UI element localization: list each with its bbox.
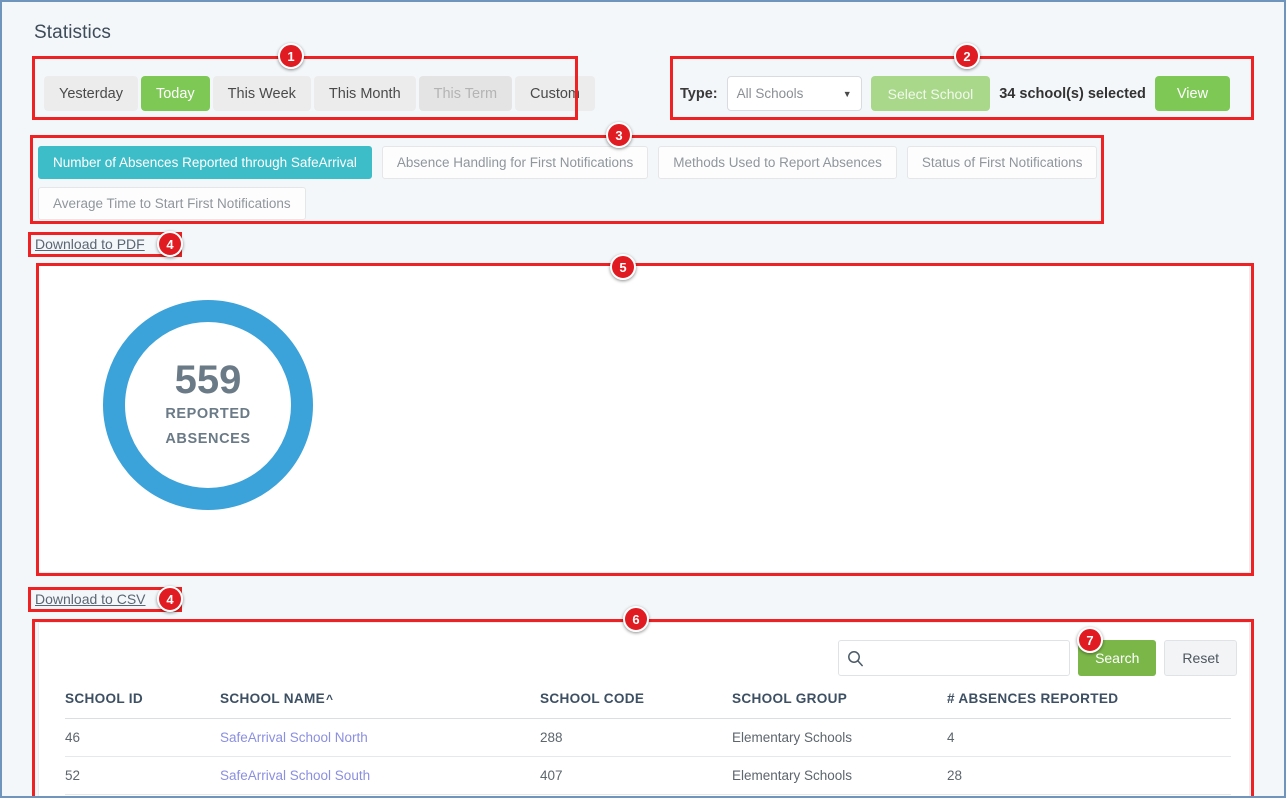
range-button-custom[interactable]: Custom: [515, 76, 595, 111]
callout-badge-4-pdf: 4: [157, 231, 183, 257]
callout-badge-6: 6: [623, 606, 649, 632]
statistics-page: Statistics Yesterday Today This Week Thi…: [0, 0, 1286, 798]
schools-table-head: SCHOOL ID SCHOOL NAME^ SCHOOL CODE SCHOO…: [65, 691, 1231, 719]
table-row: 46 SafeArrival School North 288 Elementa…: [65, 719, 1231, 757]
cell-school-id: 46: [65, 719, 220, 757]
download-to-pdf-link[interactable]: Download to PDF: [35, 236, 145, 252]
schools-table: SCHOOL ID SCHOOL NAME^ SCHOOL CODE SCHOO…: [65, 691, 1231, 795]
tab-number-of-absences-reported[interactable]: Number of Absences Reported through Safe…: [38, 146, 372, 179]
range-button-yesterday[interactable]: Yesterday: [44, 76, 138, 111]
school-type-select[interactable]: All Schools ▼: [727, 76, 862, 111]
tab-absence-handling-first-notifications[interactable]: Absence Handling for First Notifications: [382, 146, 648, 179]
chevron-down-icon: ▼: [843, 89, 852, 99]
statistics-tab-list: Number of Absences Reported through Safe…: [38, 146, 1100, 220]
search-box[interactable]: [838, 640, 1070, 676]
cell-school-code: 288: [540, 719, 732, 757]
cell-absences-reported: 4: [947, 719, 1231, 757]
cell-absences-reported: 28: [947, 757, 1231, 795]
tab-methods-used-to-report-absences[interactable]: Methods Used to Report Absences: [658, 146, 897, 179]
selected-school-count: 34 school(s) selected: [999, 86, 1146, 102]
cell-school-name: SafeArrival School North: [220, 719, 540, 757]
column-header-school-group[interactable]: SCHOOL GROUP: [732, 691, 947, 719]
tab-average-time-to-start-first-notifications[interactable]: Average Time to Start First Notification…: [38, 187, 306, 220]
range-button-this-month[interactable]: This Month: [314, 76, 416, 111]
school-type-select-value: All Schools: [737, 86, 804, 101]
cell-school-name: SafeArrival School South: [220, 757, 540, 795]
donut-center-labels: 559 REPORTED ABSENCES: [97, 294, 319, 516]
callout-badge-4-csv: 4: [157, 586, 183, 612]
callout-badge-2: 2: [954, 43, 980, 69]
donut-label-line1: REPORTED: [165, 403, 250, 426]
reset-button[interactable]: Reset: [1164, 640, 1237, 676]
view-button[interactable]: View: [1155, 76, 1230, 111]
school-name-link[interactable]: SafeArrival School South: [220, 768, 370, 783]
date-range-button-group: Yesterday Today This Week This Month Thi…: [44, 76, 595, 111]
callout-badge-7: 7: [1077, 627, 1103, 653]
cell-school-id: 52: [65, 757, 220, 795]
select-school-button[interactable]: Select School: [871, 76, 991, 111]
page-title: Statistics: [34, 22, 111, 44]
sort-ascending-icon[interactable]: ^: [326, 692, 333, 706]
cell-school-code: 407: [540, 757, 732, 795]
column-header-school-code[interactable]: SCHOOL CODE: [540, 691, 732, 719]
search-icon: [847, 650, 864, 667]
cell-school-group: Elementary Schools: [732, 757, 947, 795]
table-row: 52 SafeArrival School South 407 Elementa…: [65, 757, 1231, 795]
cell-school-group: Elementary Schools: [732, 719, 947, 757]
range-button-today[interactable]: Today: [141, 76, 210, 111]
table-header-row: SCHOOL ID SCHOOL NAME^ SCHOOL CODE SCHOO…: [65, 691, 1231, 719]
donut-value: 559: [175, 359, 242, 401]
type-label: Type:: [680, 86, 718, 102]
donut-label-line2: ABSENCES: [165, 428, 250, 451]
column-header-school-name-label: SCHOOL NAME: [220, 691, 325, 706]
range-button-this-week[interactable]: This Week: [213, 76, 311, 111]
download-to-csv-link[interactable]: Download to CSV: [35, 591, 146, 607]
school-name-link[interactable]: SafeArrival School North: [220, 730, 368, 745]
callout-badge-1: 1: [278, 43, 304, 69]
column-header-school-id[interactable]: SCHOOL ID: [65, 691, 220, 719]
callout-badge-5: 5: [610, 254, 636, 280]
table-search-row: Search Reset: [838, 640, 1237, 676]
callout-badge-3: 3: [606, 122, 632, 148]
search-input[interactable]: [870, 650, 1061, 667]
school-type-filter-row: Type: All Schools ▼ Select School 34 sch…: [680, 76, 1230, 111]
range-button-this-term: This Term: [419, 76, 512, 111]
reported-absences-donut-chart: 559 REPORTED ABSENCES: [97, 294, 319, 516]
schools-table-panel: Search Reset SCHOOL ID SCHOOL NAME^ SCHO…: [38, 622, 1250, 798]
tab-status-of-first-notifications[interactable]: Status of First Notifications: [907, 146, 1098, 179]
chart-panel: 559 REPORTED ABSENCES: [38, 265, 1250, 573]
column-header-school-name[interactable]: SCHOOL NAME^: [220, 691, 540, 719]
column-header-absences-reported[interactable]: # ABSENCES REPORTED: [947, 691, 1231, 719]
schools-table-body: 46 SafeArrival School North 288 Elementa…: [65, 719, 1231, 795]
